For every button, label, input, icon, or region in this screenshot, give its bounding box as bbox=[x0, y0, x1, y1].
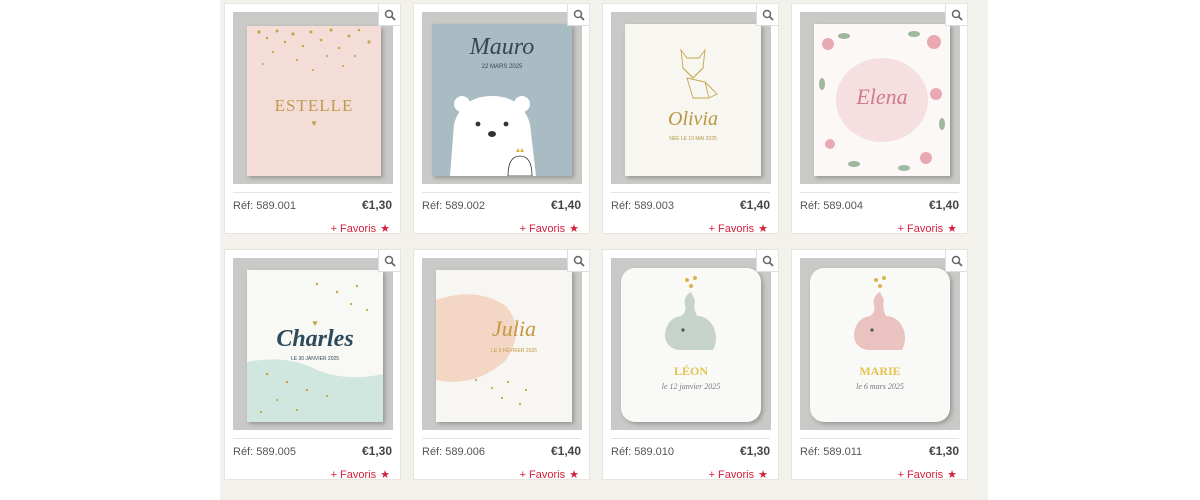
card-date-text: le 6 mars 2025 bbox=[856, 382, 904, 391]
magnifier-icon[interactable] bbox=[756, 4, 778, 26]
divider bbox=[422, 438, 581, 439]
favoris-button[interactable]: + Favoris ★ bbox=[898, 222, 957, 235]
product-ref: Réf: 589.002 bbox=[422, 200, 485, 212]
favoris-label: + Favoris bbox=[330, 223, 377, 235]
card-date-text: LE 5 FÉVRIER 2025 bbox=[491, 348, 537, 354]
star-icon: ★ bbox=[947, 223, 957, 235]
favoris-label: + Favoris bbox=[897, 223, 944, 235]
product-thumbnail[interactable]: MARIE le 6 mars 2025 bbox=[800, 258, 960, 430]
favoris-label: + Favoris bbox=[897, 469, 944, 481]
product-card[interactable]: LÉON le 12 janvier 2025 Réf: 589.010 €1,… bbox=[602, 249, 779, 481]
product-thumbnail[interactable]: Olivia NÉE LE 10 MAI 2025 bbox=[611, 12, 771, 184]
product-ref: Réf: 589.001 bbox=[233, 200, 296, 212]
star-icon: ★ bbox=[758, 469, 768, 481]
star-icon: ★ bbox=[380, 469, 390, 481]
card-name-text: Julia bbox=[492, 316, 536, 341]
star-icon: ★ bbox=[569, 469, 579, 481]
favoris-button[interactable]: + Favoris ★ bbox=[898, 468, 957, 481]
card-name-text: Mauro bbox=[469, 34, 535, 60]
card-date-text: NÉE LE 10 MAI 2025 bbox=[669, 136, 717, 142]
favoris-button[interactable]: + Favoris ★ bbox=[520, 468, 579, 481]
card-date-text: LE 30 JANVIER 2025 bbox=[290, 356, 340, 362]
magnifier-icon[interactable] bbox=[378, 4, 400, 26]
card-name-text: Charles bbox=[276, 326, 354, 352]
star-icon: ★ bbox=[758, 223, 768, 235]
product-card[interactable]: Olivia NÉE LE 10 MAI 2025 Réf: 589.003 €… bbox=[602, 3, 779, 235]
product-price: €1,30 bbox=[739, 444, 770, 458]
product-card[interactable]: Mauro 22 MARS 2025 Réf: 589.002 €1,40 + … bbox=[413, 3, 590, 235]
favoris-label: + Favoris bbox=[519, 223, 566, 235]
product-card[interactable]: Elena Réf: 589.004 €1,40 + Favoris ★ bbox=[791, 3, 968, 235]
favoris-button[interactable]: + Favoris ★ bbox=[709, 468, 768, 481]
product-ref: Réf: 589.004 bbox=[800, 200, 863, 212]
favoris-label: + Favoris bbox=[330, 469, 377, 481]
divider bbox=[800, 438, 959, 439]
product-ref: Réf: 589.005 bbox=[233, 446, 296, 458]
card-name-text: Olivia bbox=[668, 108, 718, 130]
product-price: €1,40 bbox=[928, 198, 959, 212]
favoris-label: + Favoris bbox=[708, 469, 755, 481]
magnifier-icon[interactable] bbox=[945, 4, 967, 26]
product-price: €1,40 bbox=[550, 198, 581, 212]
card-name-text: LÉON bbox=[673, 364, 708, 378]
product-card[interactable]: MARIE le 6 mars 2025 Réf: 589.011 €1,30 … bbox=[791, 249, 968, 481]
product-price: €1,30 bbox=[361, 198, 392, 212]
divider bbox=[800, 192, 959, 193]
favoris-button[interactable]: + Favoris ★ bbox=[331, 222, 390, 235]
divider bbox=[233, 192, 392, 193]
favoris-button[interactable]: + Favoris ★ bbox=[709, 222, 768, 235]
divider bbox=[422, 192, 581, 193]
product-ref: Réf: 589.003 bbox=[611, 200, 674, 212]
product-thumbnail[interactable]: Mauro 22 MARS 2025 bbox=[422, 12, 582, 184]
product-card[interactable]: Julia LE 5 FÉVRIER 2025 Réf: 589.006 €1,… bbox=[413, 249, 590, 481]
card-date-text: le 12 janvier 2025 bbox=[661, 382, 721, 391]
card-name-text: Elena bbox=[856, 84, 908, 109]
product-ref: Réf: 589.010 bbox=[611, 446, 674, 458]
magnifier-icon[interactable] bbox=[567, 250, 589, 272]
product-ref: Réf: 589.011 bbox=[800, 446, 863, 458]
star-icon: ★ bbox=[569, 223, 579, 235]
magnifier-icon[interactable] bbox=[567, 4, 589, 26]
product-thumbnail[interactable]: LÉON le 12 janvier 2025 bbox=[611, 258, 771, 430]
card-date-text: 22 MARS 2025 bbox=[481, 64, 523, 70]
star-icon: ★ bbox=[947, 469, 957, 481]
magnifier-icon[interactable] bbox=[945, 250, 967, 272]
product-price: €1,40 bbox=[550, 444, 581, 458]
favoris-label: + Favoris bbox=[708, 223, 755, 235]
card-name-text: MARIE bbox=[859, 364, 901, 378]
star-icon: ★ bbox=[380, 223, 390, 235]
product-card[interactable]: ESTELLE ♥ Réf: 589.001 €1,30 + Favoris ★ bbox=[224, 3, 401, 235]
magnifier-icon[interactable] bbox=[378, 250, 400, 272]
divider bbox=[611, 192, 770, 193]
product-thumbnail[interactable]: ESTELLE ♥ bbox=[233, 12, 393, 184]
product-price: €1,30 bbox=[361, 444, 392, 458]
product-thumbnail[interactable]: ♥ Charles LE 30 JANVIER 2025 bbox=[233, 258, 393, 430]
product-grid: ESTELLE ♥ Réf: 589.001 €1,30 + Favoris ★ … bbox=[220, 0, 988, 500]
product-thumbnail[interactable]: Elena bbox=[800, 12, 960, 184]
favoris-button[interactable]: + Favoris ★ bbox=[331, 468, 390, 481]
product-price: €1,30 bbox=[928, 444, 959, 458]
product-card[interactable]: ♥ Charles LE 30 JANVIER 2025 Réf: 589.00… bbox=[224, 249, 401, 481]
product-ref: Réf: 589.006 bbox=[422, 446, 485, 458]
divider bbox=[611, 438, 770, 439]
card-name-text: ESTELLE bbox=[274, 96, 354, 115]
product-price: €1,40 bbox=[739, 198, 770, 212]
divider bbox=[233, 438, 392, 439]
favoris-label: + Favoris bbox=[519, 469, 566, 481]
favoris-button[interactable]: + Favoris ★ bbox=[520, 222, 579, 235]
product-thumbnail[interactable]: Julia LE 5 FÉVRIER 2025 bbox=[422, 258, 582, 430]
magnifier-icon[interactable] bbox=[756, 250, 778, 272]
